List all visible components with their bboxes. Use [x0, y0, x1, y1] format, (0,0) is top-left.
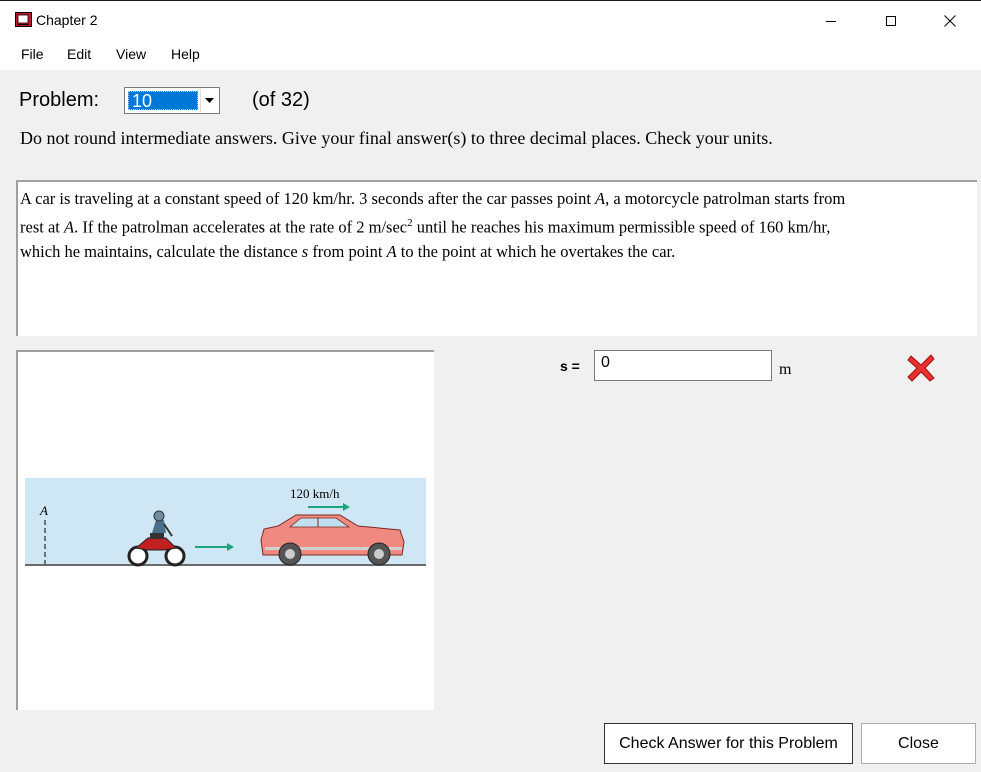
menu-bar: File Edit View Help	[0, 40, 981, 70]
menu-file[interactable]: File	[21, 46, 44, 62]
menu-help[interactable]: Help	[171, 46, 200, 62]
problem-figure: A 120 km/h	[16, 350, 434, 710]
check-answer-button[interactable]: Check Answer for this Problem	[604, 723, 853, 764]
menu-edit[interactable]: Edit	[67, 46, 91, 62]
speed-label: 120 km/h	[290, 486, 340, 501]
dropdown-arrow-button[interactable]	[200, 89, 218, 112]
chevron-down-icon	[205, 97, 214, 103]
figure-illustration: A 120 km/h	[25, 478, 426, 581]
maximize-icon	[886, 15, 896, 26]
point-a-label: A	[39, 503, 48, 518]
close-button[interactable]: Close	[861, 723, 976, 764]
answer-input[interactable]: 0	[594, 350, 772, 381]
window-title: Chapter 2	[36, 12, 98, 28]
minimize-button[interactable]	[808, 1, 854, 40]
book-app-icon	[15, 12, 32, 27]
title-bar: Chapter 2	[0, 0, 981, 40]
problem-label: Problem:	[19, 89, 100, 111]
sky-background	[25, 478, 426, 570]
menu-view[interactable]: View	[116, 46, 146, 62]
maximize-button[interactable]	[868, 1, 914, 40]
close-icon	[944, 14, 956, 27]
minimize-icon	[826, 20, 836, 22]
instructions-text: Do not round intermediate answers. Give …	[20, 128, 773, 148]
answer-unit: m	[779, 361, 792, 378]
problem-dropdown[interactable]: 10	[124, 87, 220, 114]
problem-count: (of 32)	[252, 89, 310, 111]
answer-label: s =	[560, 358, 580, 374]
problem-dropdown-value: 10	[128, 91, 198, 111]
wrong-x-icon	[907, 354, 935, 382]
close-window-button[interactable]	[927, 1, 973, 40]
problem-statement: A car is traveling at a constant speed o…	[16, 180, 977, 336]
